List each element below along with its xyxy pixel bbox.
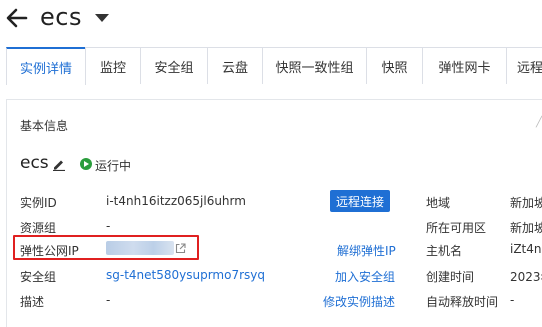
auto-release-value: - bbox=[510, 293, 515, 307]
created-time-label: 创建时间 bbox=[426, 270, 475, 284]
tab-security-group[interactable]: 安全组 bbox=[140, 47, 208, 84]
instance-id-value: i-t4nh16itzz065jl6uhrm bbox=[106, 194, 246, 208]
created-time-value: 2023年 bbox=[510, 270, 542, 284]
tab-instance-details[interactable]: 实例详情 bbox=[6, 47, 86, 85]
unbind-eip-link[interactable]: 解绑弹性IP bbox=[337, 242, 396, 259]
page-header: ecs bbox=[0, 0, 542, 40]
security-group-label: 安全组 bbox=[20, 270, 57, 284]
chevron-down-icon[interactable] bbox=[95, 14, 109, 22]
hostname-value: iZt4nh bbox=[510, 242, 542, 256]
zone-label: 所在可用区 bbox=[426, 221, 487, 235]
tab-remote[interactable]: 远程 bbox=[506, 47, 542, 84]
security-group-link[interactable]: sg-t4net580ysuprmo7rsyq bbox=[106, 268, 265, 282]
tab-eni[interactable]: 弹性网卡 bbox=[422, 47, 507, 84]
zone-value: 新加坡 bbox=[510, 221, 542, 235]
tab-disks[interactable]: 云盘 bbox=[207, 47, 263, 84]
hostname-label: 主机名 bbox=[426, 244, 463, 258]
instance-id-label: 实例ID bbox=[20, 196, 57, 210]
region-value: 新加坡 bbox=[510, 196, 542, 210]
running-status-icon bbox=[80, 158, 92, 170]
description-label: 描述 bbox=[20, 295, 45, 309]
tab-bar: 实例详情 监控 安全组 云盘 快照一致性组 快照 弹性网卡 远程 bbox=[6, 47, 542, 85]
eip-highlight-box bbox=[13, 235, 199, 260]
tab-snapshots[interactable]: 快照 bbox=[366, 47, 423, 84]
tab-monitoring[interactable]: 监控 bbox=[85, 47, 141, 84]
instance-name: ecs bbox=[20, 153, 49, 173]
remote-connect-button[interactable]: 远程连接 bbox=[330, 190, 390, 212]
panel-corner-icon: ╱ bbox=[535, 117, 542, 128]
section-title: 基本信息 bbox=[20, 119, 69, 133]
region-label: 地域 bbox=[426, 196, 451, 210]
status-badge: 运行中 bbox=[95, 159, 132, 173]
resource-group-value: - bbox=[106, 219, 111, 233]
description-value: - bbox=[106, 293, 111, 307]
resource-group-label: 资源组 bbox=[20, 221, 57, 235]
edit-description-link[interactable]: 修改实例描述 bbox=[323, 293, 395, 310]
auto-release-label: 自动释放时间 bbox=[426, 295, 499, 309]
page-title: ecs bbox=[40, 3, 82, 31]
basic-info-panel: 基本信息 ╱ ecs 运行中 实例ID i-t4nh16itzz065jl6uh… bbox=[6, 99, 542, 327]
join-security-group-link[interactable]: 加入安全组 bbox=[335, 268, 395, 285]
tab-snapshot-consistency-group[interactable]: 快照一致性组 bbox=[262, 47, 367, 84]
back-arrow-icon[interactable] bbox=[6, 7, 28, 29]
edit-icon[interactable] bbox=[52, 157, 66, 171]
